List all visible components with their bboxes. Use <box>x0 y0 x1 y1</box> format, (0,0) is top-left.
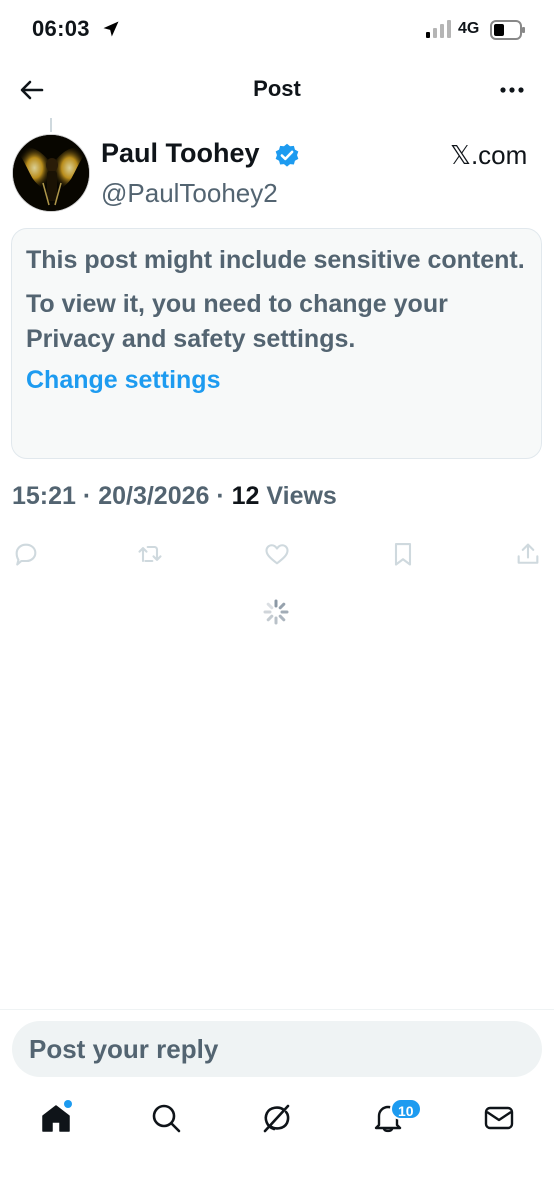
status-time: 06:03 <box>32 16 90 41</box>
sensitive-notice-title: This post might include sensitive conten… <box>26 246 525 274</box>
reply-divider <box>0 1009 554 1010</box>
loading-spinner-icon <box>263 599 289 625</box>
author-handle[interactable]: @PaulToohey2 <box>101 178 278 209</box>
signal-icon <box>426 20 451 38</box>
views-label: Views <box>266 482 337 510</box>
change-settings-link[interactable]: Change settings <box>26 363 527 398</box>
share-icon[interactable] <box>514 540 542 568</box>
source-link[interactable]: 𝕏.com <box>450 140 527 171</box>
status-bar: 06:03 4G <box>0 0 554 62</box>
post-time[interactable]: 15:21 <box>12 482 76 510</box>
bottom-tab-bar <box>0 1090 554 1160</box>
more-dots-icon[interactable] <box>496 74 528 106</box>
post-author: Paul Toohey @PaulToohey2 𝕏.com <box>0 132 554 216</box>
verified-badge-icon <box>275 143 299 167</box>
thread-connector-line <box>50 118 52 132</box>
like-icon[interactable] <box>263 540 291 568</box>
reply-placeholder: Post your reply <box>29 1034 219 1064</box>
post-date[interactable]: 20/3/2026 <box>98 482 209 510</box>
repost-icon[interactable] <box>136 540 164 568</box>
page-title: Post <box>253 76 301 101</box>
home-unread-dot <box>64 1100 72 1108</box>
search-icon[interactable] <box>148 1100 184 1136</box>
battery-icon <box>490 20 525 40</box>
author-name[interactable]: Paul Toohey <box>101 138 260 169</box>
avatar-image <box>13 135 89 211</box>
reply-input[interactable]: Post your reply <box>12 1021 542 1077</box>
post-actions <box>0 536 554 576</box>
sensitive-notice-body: To view it, you need to change your Priv… <box>26 290 448 353</box>
network-type: 4G <box>458 20 480 37</box>
notification-count-badge: 10 <box>390 1098 422 1120</box>
bookmark-icon[interactable] <box>389 540 417 568</box>
grok-icon[interactable] <box>259 1100 295 1136</box>
nav-header: Post <box>0 62 554 118</box>
post-meta: 15:21 · 20/3/2026 · 12 Views <box>12 482 337 511</box>
meta-separator: · <box>82 482 92 510</box>
messages-icon[interactable] <box>481 1100 517 1136</box>
location-arrow-icon <box>103 21 119 37</box>
views-count: 12 <box>231 482 260 510</box>
sensitive-content-notice: This post might include sensitive conten… <box>11 228 542 459</box>
avatar[interactable] <box>12 134 90 212</box>
meta-separator: · <box>216 482 225 510</box>
reply-icon[interactable] <box>12 540 40 568</box>
